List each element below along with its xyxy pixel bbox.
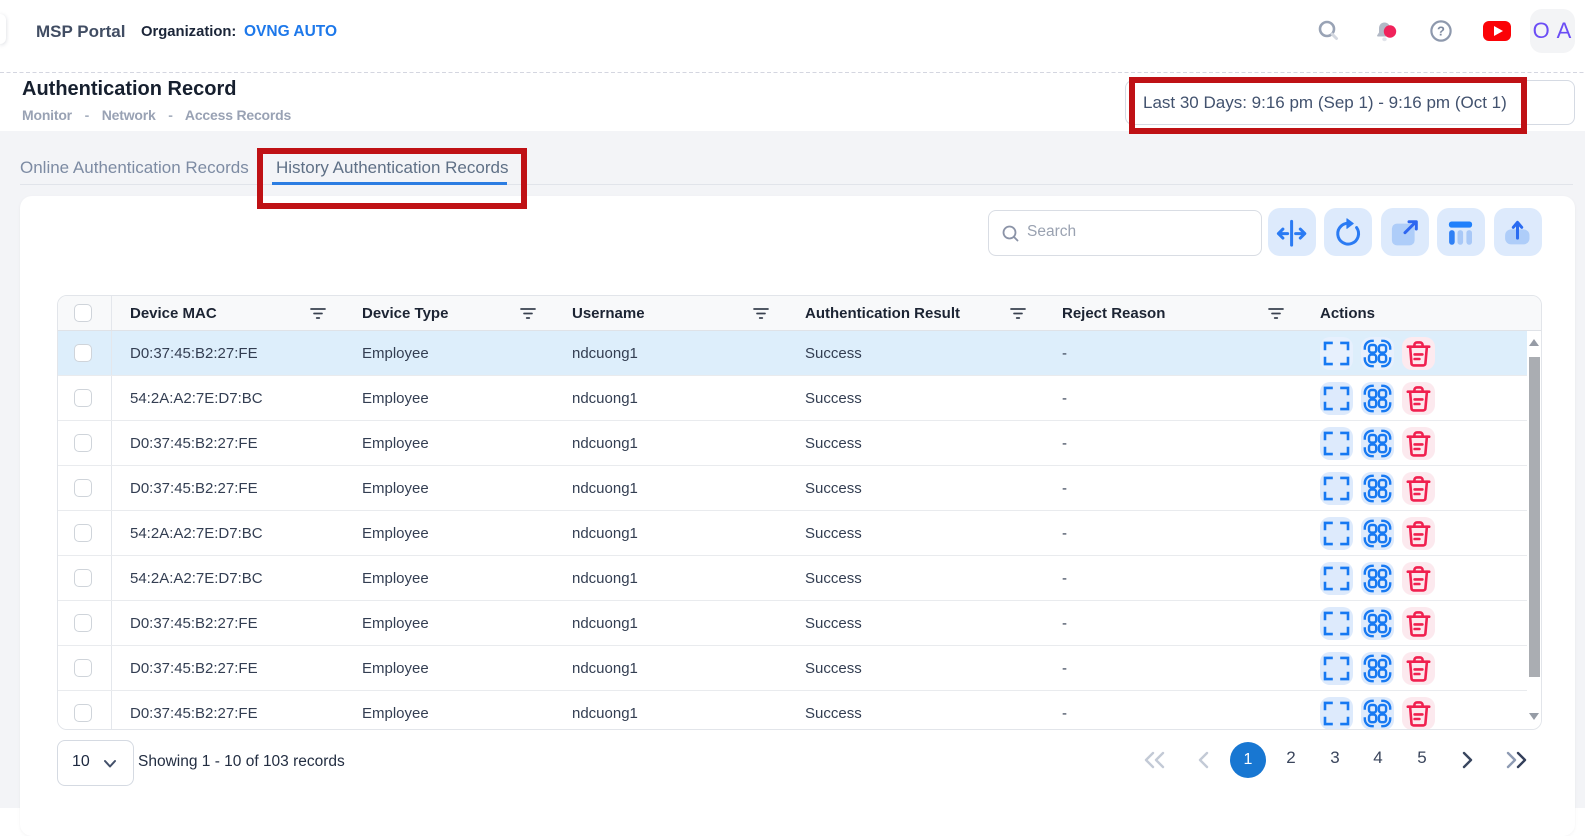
svg-text:?: ? — [1437, 24, 1445, 39]
